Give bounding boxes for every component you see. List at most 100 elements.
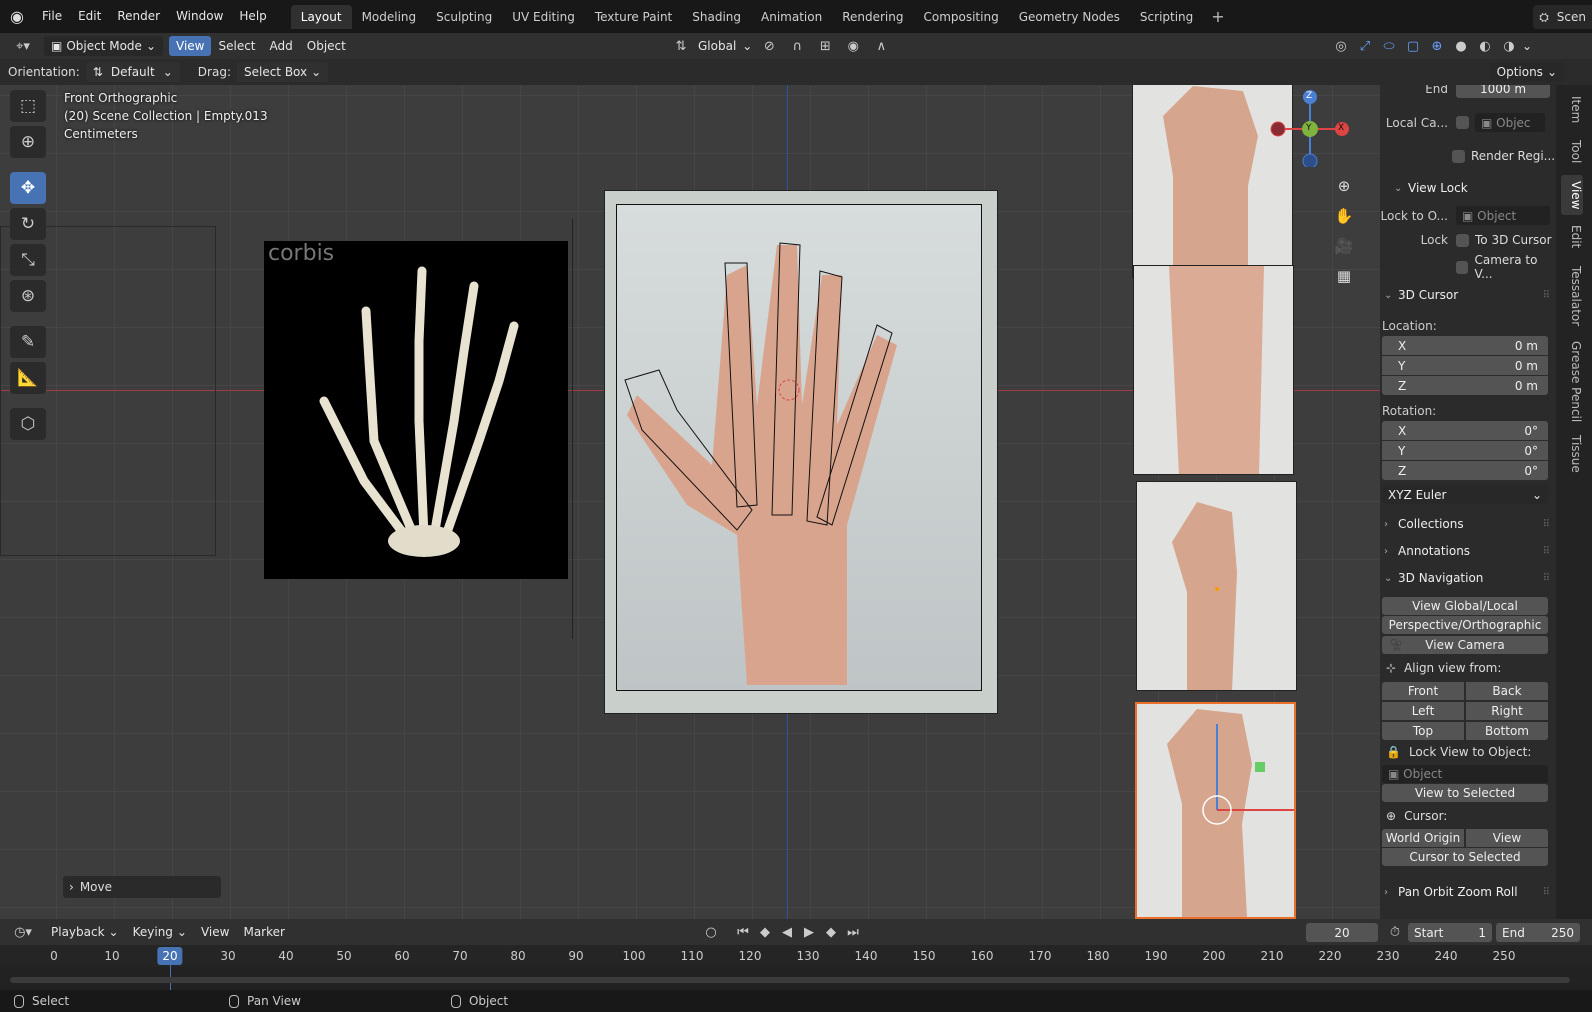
measure-tool-icon[interactable]: 📐 (10, 362, 46, 394)
view-left-button[interactable]: Left (1382, 702, 1464, 720)
cursor-location-x[interactable]: X 0 m (1382, 336, 1548, 355)
zoom-icon[interactable]: ⊕ (1331, 175, 1357, 197)
transform-orientation[interactable]: Global (698, 36, 736, 56)
tab-edit[interactable]: Edit (1561, 219, 1583, 255)
menu-file[interactable]: File (34, 0, 70, 33)
auto-key-icon[interactable]: ○ (700, 922, 722, 942)
tab-rendering[interactable]: Rendering (832, 5, 913, 29)
view-front-button[interactable]: Front (1382, 682, 1464, 700)
cursor-to-selected-button[interactable]: Cursor to Selected (1382, 848, 1548, 866)
lock-to-cursor-checkbox[interactable] (1456, 233, 1469, 247)
menu-render[interactable]: Render (109, 0, 168, 33)
rendered-shading-icon[interactable]: ◑ (1498, 36, 1520, 56)
tab-texture-paint[interactable]: Texture Paint (585, 5, 682, 29)
clip-end-field[interactable]: 1000 m (1456, 85, 1550, 98)
3d-navigation-panel-header[interactable]: ⌄ 3D Navigation ⠿ (1380, 566, 1556, 590)
perspective-ortho-button[interactable]: Perspective/Orthographic (1382, 616, 1548, 634)
last-operator-panel[interactable]: › Move (63, 876, 221, 898)
pan-hand-icon[interactable]: ✋ (1331, 205, 1357, 227)
tab-tool[interactable]: Tool (1561, 133, 1583, 171)
frame-ruler[interactable]: 0 10 20 30 40 50 60 70 80 90 100 110 120 130 140 150 160… (0, 945, 1592, 967)
camera-view-icon[interactable]: 🎥 (1331, 235, 1357, 257)
navigation-gizmo[interactable]: Z Y X (1270, 87, 1350, 169)
orientation-dropdown[interactable]: ⇅ Default ⌄ (85, 62, 180, 82)
snap-increment-icon[interactable]: ⊞ (814, 36, 836, 56)
chevron-down-icon[interactable]: ⌄ (1522, 39, 1532, 53)
overlay-toggle-icon[interactable]: ⬭ (1378, 36, 1400, 56)
lock-to-object-field[interactable]: ▣ Object (1456, 206, 1550, 225)
timeline-view-menu[interactable]: View (194, 922, 236, 942)
drag-grip-icon[interactable]: ⠿ (1543, 290, 1550, 301)
tab-layout[interactable]: Layout (290, 4, 352, 29)
cursor-location-y[interactable]: Y 0 m (1382, 356, 1548, 375)
rotation-mode-dropdown[interactable]: XYZ Euler ⌄ (1382, 485, 1548, 504)
view-lock-panel-header[interactable]: ⌄ View Lock (1380, 176, 1556, 200)
collections-panel-header[interactable]: › Collections ⠿ (1380, 512, 1556, 536)
jump-start-icon[interactable]: ⏮ (732, 922, 754, 942)
world-origin-button[interactable]: World Origin (1382, 829, 1464, 847)
jump-end-icon[interactable]: ⏭ (842, 922, 864, 942)
move-tool-icon[interactable]: ✥ (10, 172, 46, 204)
tab-tissue[interactable]: Tissue (1561, 431, 1583, 475)
playhead-frame-label[interactable]: 20 (157, 947, 183, 965)
menu-view[interactable]: View (169, 36, 212, 56)
local-camera-checkbox[interactable] (1456, 116, 1469, 129)
proportional-edit-icon[interactable]: ◉ (842, 36, 864, 56)
tab-grease-pencil[interactable]: Grease Pencil (1561, 337, 1583, 427)
selected-fist-reference-image[interactable] (1135, 702, 1296, 919)
menu-help[interactable]: Help (231, 0, 274, 33)
ortho-grid-icon[interactable]: ▦ (1331, 265, 1357, 287)
snap-icon[interactable]: ∩ (786, 36, 808, 56)
xray-toggle-icon[interactable]: ▢ (1402, 36, 1424, 56)
camera-to-view-checkbox[interactable] (1456, 260, 1469, 274)
wrist-reference-image[interactable] (1133, 265, 1294, 475)
view-top-button[interactable]: Top (1382, 722, 1464, 740)
falloff-icon[interactable]: ∧ (870, 36, 892, 56)
timeline-area[interactable]: 0 10 20 30 40 50 60 70 80 90 100 110 120 130 140 150 160… (0, 945, 1592, 990)
current-frame-field[interactable]: 20 (1306, 923, 1378, 942)
rotate-tool-icon[interactable]: ↻ (10, 208, 46, 240)
tab-uv-editing[interactable]: UV Editing (502, 5, 585, 29)
stopwatch-icon[interactable]: ⏱ (1384, 922, 1406, 942)
tab-compositing[interactable]: Compositing (913, 5, 1008, 29)
scale-tool-icon[interactable]: ⤡ (10, 244, 46, 276)
3d-viewport[interactable]: corbis ⬚ ⊕ ✥ ↻ ⤡ ⊛ ✎ 📐 ⬡ Front Orthograp… (0, 85, 1380, 919)
blender-logo-icon[interactable]: ◉ (0, 0, 34, 33)
drag-grip-icon[interactable]: ⠿ (1543, 887, 1550, 898)
gizmo-toggle-icon[interactable]: ⤢ (1354, 36, 1376, 56)
local-camera-field[interactable]: ▣ Objec (1475, 113, 1545, 132)
start-frame-field[interactable]: Start 1 (1408, 923, 1492, 942)
play-icon[interactable]: ▶ (798, 922, 820, 942)
menu-add[interactable]: Add (263, 36, 300, 56)
annotate-tool-icon[interactable]: ✎ (10, 326, 46, 358)
end-frame-field[interactable]: End 250 (1496, 923, 1580, 942)
scene-selector[interactable]: ⛭ Scen (1533, 5, 1592, 29)
tab-shading[interactable]: Shading (682, 5, 751, 29)
view-right-button[interactable]: Right (1466, 702, 1548, 720)
drag-grip-icon[interactable]: ⠿ (1543, 546, 1550, 557)
tab-view[interactable]: View (1561, 175, 1583, 215)
view-back-button[interactable]: Back (1466, 682, 1548, 700)
cursor-rotation-y[interactable]: Y 0° (1382, 441, 1548, 460)
drag-grip-icon[interactable]: ⠿ (1543, 519, 1550, 530)
mode-selector[interactable]: ▣ Object Mode ⌄ (44, 36, 163, 56)
view-to-selected-button[interactable]: View to Selected (1382, 784, 1548, 802)
tab-geometry-nodes[interactable]: Geometry Nodes (1009, 5, 1130, 29)
cursor-view-button[interactable]: View (1466, 829, 1548, 847)
view-bottom-button[interactable]: Bottom (1466, 722, 1548, 740)
tab-item[interactable]: Item (1561, 91, 1583, 129)
timeline-marker-menu[interactable]: Marker (236, 922, 291, 942)
add-cube-tool-icon[interactable]: ⬡ (10, 408, 46, 440)
view-global-local-button[interactable]: View Global/Local (1382, 597, 1548, 615)
pan-orbit-panel-header[interactable]: › Pan Orbit Zoom Roll ⠿ (1380, 880, 1556, 904)
select-box-tool-icon[interactable]: ⬚ (10, 90, 46, 122)
cursor-rotation-z[interactable]: Z 0° (1382, 461, 1548, 480)
tab-sculpting[interactable]: Sculpting (426, 5, 502, 29)
solid-shading-icon[interactable]: ● (1450, 36, 1472, 56)
timeline-scrollbar[interactable] (10, 977, 1570, 983)
prev-keyframe-icon[interactable]: ◆ (754, 922, 776, 942)
tab-modeling[interactable]: Modeling (352, 5, 427, 29)
keying-menu[interactable]: Keying ⌄ (126, 922, 194, 942)
menu-edit[interactable]: Edit (70, 0, 109, 33)
hand-reference-image[interactable] (604, 190, 998, 714)
